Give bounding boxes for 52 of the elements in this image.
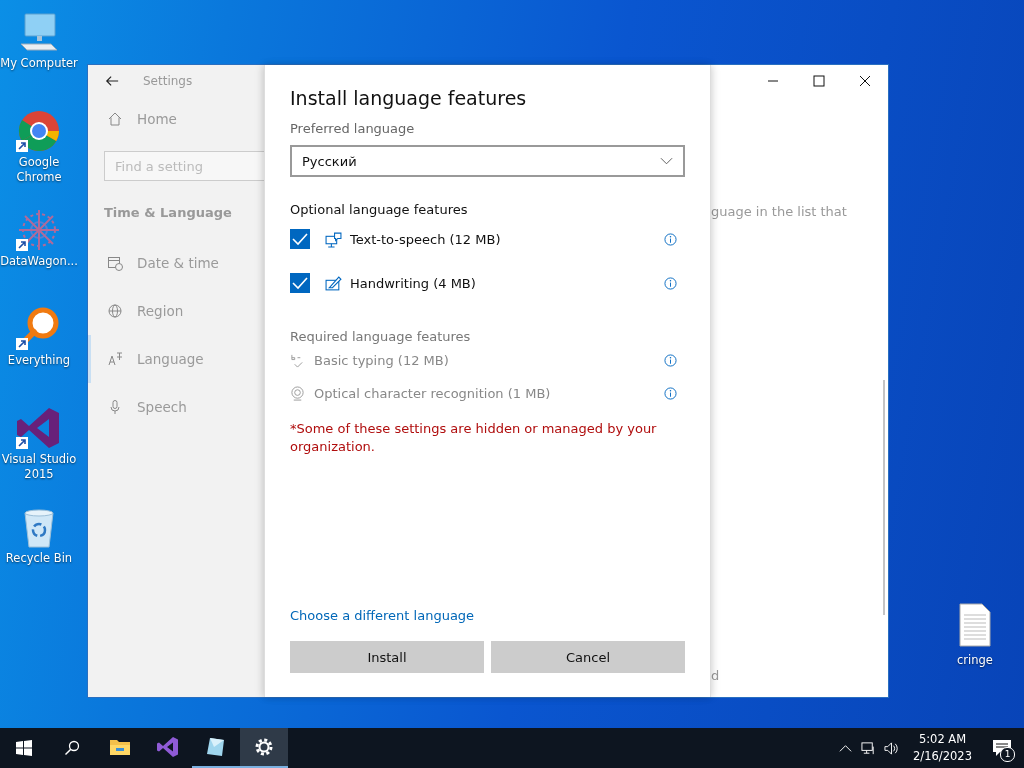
chevron-down-icon — [660, 157, 673, 165]
microphone-icon — [107, 399, 123, 415]
icon-label: Visual Studio 2015 — [0, 452, 78, 482]
checkbox[interactable] — [290, 229, 310, 249]
speech-bubble-icon — [325, 230, 342, 248]
search-icon[interactable] — [64, 740, 80, 756]
calendar-icon — [107, 255, 123, 271]
section-heading: Required language features — [290, 329, 472, 344]
icon-label: My Computer — [0, 56, 78, 71]
choose-language-link[interactable]: Choose a different language — [290, 608, 475, 623]
description-text: guage in the list that — [711, 204, 848, 219]
feature-label: Text-to-speech (12 MB) — [350, 231, 502, 247]
language-dropdown[interactable]: Русский — [290, 145, 685, 177]
language-icon — [107, 351, 123, 367]
network-icon[interactable] — [861, 740, 877, 756]
search-field[interactable]: Find a setting — [104, 151, 264, 181]
document-icon[interactable] — [957, 603, 993, 647]
icon-label: DataWagon... — [0, 254, 78, 269]
info-icon[interactable] — [664, 232, 677, 246]
close-icon[interactable] — [859, 75, 871, 87]
info-icon[interactable] — [664, 354, 677, 367]
warning-text: *Some of these settings are hidden or managed by your organization. — [290, 420, 658, 456]
file-label: cringe — [957, 653, 993, 668]
back-arrow-icon[interactable] — [105, 74, 119, 88]
install-button[interactable]: Install — [290, 641, 484, 673]
feature-label: Basic typing (12 MB) — [314, 353, 450, 368]
home-icon — [107, 111, 123, 127]
icon-label: Recycle Bin — [5, 551, 73, 566]
info-icon[interactable] — [664, 276, 677, 290]
settings-icon[interactable] — [240, 728, 288, 768]
icon-label: Google Chrome — [15, 155, 63, 185]
info-icon[interactable] — [664, 387, 677, 400]
section-heading: Optional language features — [290, 202, 469, 217]
check-icon — [290, 353, 305, 368]
start-icon[interactable] — [16, 740, 32, 756]
camera-icon — [290, 386, 305, 401]
dialog-title: Install language features — [290, 87, 528, 109]
volume-icon[interactable] — [884, 740, 900, 756]
icon-label: Everything — [7, 353, 71, 368]
description-text: d — [711, 668, 721, 683]
feature-label: Handwriting (4 MB) — [350, 275, 477, 291]
clock[interactable]: 5:02 AM 2/16/2023 — [903, 731, 980, 765]
cancel-button[interactable]: Cancel — [491, 641, 685, 673]
feature-label: Optical character recognition (1 MB) — [314, 386, 552, 401]
maximize-icon[interactable] — [813, 75, 825, 87]
globe-icon — [107, 303, 123, 319]
pen-icon — [325, 274, 342, 292]
section-heading: Time & Language — [104, 205, 233, 220]
field-label: Preferred language — [290, 121, 416, 136]
notification-badge: 1 — [1000, 747, 1015, 762]
window-title: Settings — [143, 74, 193, 88]
checkbox[interactable] — [290, 273, 310, 293]
